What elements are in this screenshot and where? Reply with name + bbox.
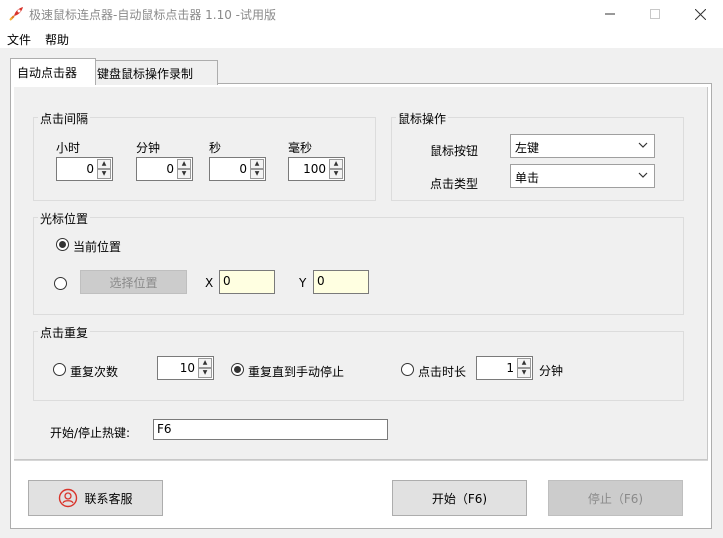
minutes-value: 0 xyxy=(166,162,174,176)
maximize-icon xyxy=(650,9,660,19)
repeat-until-stop-radio[interactable] xyxy=(231,363,244,376)
click-type-label: 点击类型 xyxy=(430,177,479,191)
start-button[interactable]: 开始（F6) xyxy=(392,480,527,516)
cursor-position-group-title: 光标位置 xyxy=(38,210,91,227)
chevron-down-icon xyxy=(638,172,648,178)
repeat-times-label: 重复次数 xyxy=(70,365,119,379)
duration-unit-label: 分钟 xyxy=(539,364,564,378)
milliseconds-value: 100 xyxy=(303,162,326,176)
hours-stepper[interactable]: 0 ▲ ▼ xyxy=(56,157,113,181)
hours-value: 0 xyxy=(86,162,94,176)
spin-down-icon[interactable]: ▼ xyxy=(177,169,191,179)
seconds-label: 秒 xyxy=(209,141,222,155)
duration-value: 1 xyxy=(506,361,514,375)
menu-bar xyxy=(0,28,723,48)
window-title: 极速鼠标连点器-自动鼠标点击器 1.10 -试用版 xyxy=(29,8,277,22)
minimize-icon xyxy=(605,13,615,15)
milliseconds-label: 毫秒 xyxy=(288,141,313,155)
choose-position-button[interactable]: 选择位置 xyxy=(80,270,187,294)
maximize-button[interactable] xyxy=(632,0,678,28)
menu-help[interactable]: 帮助 xyxy=(45,31,69,48)
mouse-button-value: 左键 xyxy=(515,141,540,155)
spin-up-icon[interactable]: ▲ xyxy=(329,159,343,169)
spin-up-icon[interactable]: ▲ xyxy=(198,358,212,368)
repeat-times-radio[interactable] xyxy=(53,363,66,376)
close-button[interactable] xyxy=(677,0,723,28)
spin-down-icon[interactable]: ▼ xyxy=(198,368,212,378)
milliseconds-stepper[interactable]: 100 ▲ ▼ xyxy=(288,157,345,181)
current-position-radio[interactable] xyxy=(56,238,69,251)
spin-down-icon[interactable]: ▼ xyxy=(329,169,343,179)
choose-position-radio[interactable] xyxy=(54,277,67,290)
tab-recorder[interactable]: 键盘鼠标操作录制 xyxy=(90,60,218,85)
support-agent-icon xyxy=(59,488,78,508)
spin-up-icon[interactable]: ▲ xyxy=(517,358,531,368)
interval-group-title: 点击间隔 xyxy=(38,110,91,127)
footer-divider xyxy=(14,460,708,461)
menu-file[interactable]: 文件 xyxy=(7,31,31,48)
y-label: Y xyxy=(299,276,307,290)
minutes-label: 分钟 xyxy=(136,141,161,155)
click-duration-radio[interactable] xyxy=(401,363,414,376)
hotkey-input[interactable]: F6 xyxy=(153,419,388,440)
spin-down-icon[interactable]: ▼ xyxy=(250,169,264,179)
spin-down-icon[interactable]: ▼ xyxy=(97,169,111,179)
y-input[interactable]: 0 xyxy=(313,270,369,294)
seconds-value: 0 xyxy=(239,162,247,176)
spin-up-icon[interactable]: ▲ xyxy=(250,159,264,169)
spin-up-icon[interactable]: ▲ xyxy=(97,159,111,169)
spin-down-icon[interactable]: ▼ xyxy=(517,368,531,378)
mouse-action-group-title: 鼠标操作 xyxy=(396,110,449,127)
contact-support-button[interactable]: 联系客服 xyxy=(28,480,163,516)
repeat-until-stop-label: 重复直到手动停止 xyxy=(248,365,345,379)
mouse-button-label: 鼠标按钮 xyxy=(430,144,479,158)
x-input[interactable]: 0 xyxy=(219,270,275,294)
hours-label: 小时 xyxy=(56,141,81,155)
click-type-value: 单击 xyxy=(515,171,540,185)
cursor-position-group xyxy=(33,217,684,315)
duration-stepper[interactable]: 1 ▲ ▼ xyxy=(476,356,533,380)
chevron-down-icon xyxy=(638,142,648,148)
spin-up-icon[interactable]: ▲ xyxy=(177,159,191,169)
repeat-count-value: 10 xyxy=(179,361,195,375)
click-repeat-group-title: 点击重复 xyxy=(38,324,91,341)
click-repeat-group xyxy=(33,331,684,401)
seconds-stepper[interactable]: 0 ▲ ▼ xyxy=(209,157,266,181)
minimize-button[interactable] xyxy=(587,0,633,28)
click-duration-label: 点击时长 xyxy=(418,365,467,379)
current-position-label: 当前位置 xyxy=(73,240,122,254)
tab-autoclicker[interactable]: 自动点击器 xyxy=(10,58,96,85)
repeat-count-stepper[interactable]: 10 ▲ ▼ xyxy=(157,356,214,380)
minutes-stepper[interactable]: 0 ▲ ▼ xyxy=(136,157,193,181)
close-icon xyxy=(694,8,706,20)
hotkey-label: 开始/停止热键: xyxy=(50,426,131,440)
x-label: X xyxy=(205,276,214,290)
mouse-button-select[interactable]: 左键 xyxy=(510,134,655,158)
stop-button[interactable]: 停止（F6) xyxy=(548,480,683,516)
contact-support-label: 联系客服 xyxy=(84,491,133,506)
rocket-icon xyxy=(7,5,25,23)
click-type-select[interactable]: 单击 xyxy=(510,164,655,188)
